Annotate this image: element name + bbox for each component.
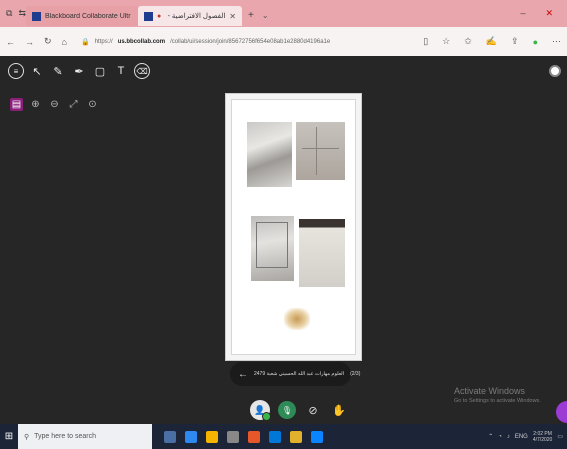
chrome-icon[interactable] bbox=[248, 430, 260, 443]
photo-paper-sheet bbox=[299, 219, 345, 287]
tab-blackboard[interactable]: Blackboard Collaborate Ultr bbox=[25, 6, 138, 26]
task-view-icon[interactable] bbox=[164, 430, 176, 443]
pen-notes-icon[interactable]: ✍ bbox=[486, 36, 497, 47]
tab-title: الفصول الافتراضية - bbox=[167, 13, 226, 20]
new-tab-button[interactable]: + bbox=[248, 10, 254, 21]
text-icon[interactable]: T bbox=[113, 63, 129, 79]
reload-button[interactable]: ↻ bbox=[44, 36, 52, 47]
activate-subtitle: Go to Settings to activate Windows. bbox=[454, 398, 541, 404]
zoom-in-icon[interactable]: ⊕ bbox=[29, 98, 42, 111]
pointer-icon[interactable]: ↖ bbox=[29, 63, 45, 79]
window-icons: ⧉ ⇆ bbox=[0, 8, 26, 19]
close-window-button[interactable]: ✕ bbox=[545, 8, 553, 19]
photo-fabric bbox=[247, 122, 292, 187]
windows-taskbar: ⊞ ⚲ Type here to search ⌃ ◔ ♪ ENG 2:02 P… bbox=[0, 424, 567, 449]
window-controls: – ✕ bbox=[520, 8, 567, 19]
home-button[interactable]: ⌂ bbox=[62, 37, 67, 47]
whiteboard-toolbar: ≡ ↖ ✎ ✒ ▢ T ⌫ bbox=[8, 63, 150, 79]
zoom-out-icon[interactable]: ⊖ bbox=[48, 98, 61, 111]
file-name: العلوم مهارات عبد الله الحسيني شعبة 2479 bbox=[254, 371, 345, 377]
recording-dot-icon: ● bbox=[156, 12, 162, 20]
microphone-icon[interactable]: 🎙 bbox=[278, 401, 296, 419]
tray-chevron-icon[interactable]: ⌃ bbox=[488, 433, 493, 440]
raise-hand-icon[interactable]: ✋ bbox=[330, 401, 348, 419]
favorites-icon[interactable]: ✩ bbox=[464, 36, 472, 47]
session-controls: 👤 🎙 ⊘ ✋ bbox=[250, 400, 348, 421]
marker-icon[interactable]: ✒ bbox=[71, 63, 87, 79]
favorite-star-icon[interactable]: ☆ bbox=[442, 36, 450, 47]
address-bar: ← → ↻ ⌂ 🔒 https:// us.bbcollab.com/collab… bbox=[0, 27, 567, 56]
language-icon[interactable]: ENG bbox=[515, 434, 528, 440]
page-navigation: ← العلوم مهارات عبد الله الحسيني شعبة 24… bbox=[230, 362, 360, 386]
forward-button[interactable]: → bbox=[25, 37, 34, 47]
lock-icon: 🔒 bbox=[80, 38, 90, 46]
minimize-button[interactable]: – bbox=[520, 8, 525, 19]
photo-pattern-sketch bbox=[296, 122, 345, 180]
rectangle-icon[interactable]: ▢ bbox=[92, 63, 108, 79]
zoom-reset-icon[interactable]: ⊙ bbox=[86, 98, 99, 111]
clock-date: 4/7/2020 bbox=[532, 436, 553, 443]
url-path: /collab/ui/session/join/85672756f654e08a… bbox=[170, 38, 331, 45]
tab-favicon-icon bbox=[143, 11, 153, 21]
photo-small-object bbox=[284, 308, 310, 330]
tab-list-chevron-icon[interactable]: ⌄ bbox=[262, 11, 269, 20]
previous-page-arrow-icon[interactable]: ← bbox=[238, 369, 248, 380]
taskbar-search[interactable]: ⚲ Type here to search bbox=[18, 424, 152, 449]
tab-virtual-classes[interactable]: ● الفصول الافتراضية - ✕ bbox=[137, 6, 242, 26]
more-menu-icon[interactable]: ⋯ bbox=[552, 36, 561, 47]
document-page bbox=[231, 99, 356, 355]
url-prefix: https:// bbox=[94, 38, 113, 45]
app-icon[interactable] bbox=[290, 430, 302, 443]
search-icon: ⚲ bbox=[24, 433, 30, 441]
windows-start-icon[interactable]: ⊞ bbox=[0, 424, 18, 449]
clock[interactable]: 2:02 PM 4/7/2020 bbox=[533, 431, 552, 443]
blackboard-favicon-icon bbox=[31, 11, 41, 21]
activate-title: Activate Windows bbox=[454, 386, 526, 396]
shared-document bbox=[225, 93, 362, 361]
search-placeholder: Type here to search bbox=[34, 433, 97, 440]
network-icon[interactable]: ◔ bbox=[498, 434, 502, 440]
page-indicator: (2/3) bbox=[350, 371, 361, 377]
system-tray: ⌃ ◔ ♪ ENG 2:02 PM 4/7/2020 ▭ bbox=[488, 431, 567, 443]
file-explorer-icon[interactable] bbox=[206, 430, 218, 443]
set-aside-icon[interactable]: ⇆ bbox=[18, 8, 26, 19]
tab-title: Blackboard Collaborate Ultr bbox=[44, 12, 131, 20]
mail-icon[interactable] bbox=[269, 430, 281, 443]
url-field[interactable]: 🔒 https:// us.bbcollab.com/collab/ui/sess… bbox=[77, 33, 413, 51]
address-bar-actions: ▯ ☆ ✩ ✍ ⇪ ● ⋯ bbox=[423, 36, 561, 47]
page-icon[interactable]: ▤ bbox=[10, 98, 23, 111]
close-tab-icon[interactable]: ✕ bbox=[229, 12, 236, 21]
extension-icon[interactable]: ● bbox=[533, 37, 538, 47]
collaborate-panel-toggle[interactable] bbox=[549, 65, 561, 77]
my-status-avatar[interactable]: 👤 bbox=[250, 400, 271, 421]
reading-view-icon[interactable]: ▯ bbox=[423, 36, 428, 47]
menu-icon[interactable]: ≡ bbox=[8, 63, 24, 79]
back-button[interactable]: ← bbox=[6, 37, 15, 47]
notifications-icon[interactable]: ▭ bbox=[557, 433, 563, 440]
volume-icon[interactable]: ♪ bbox=[507, 434, 510, 440]
zoom-toolbar: ▤ ⊕ ⊖ ⤢ ⊙ bbox=[10, 98, 99, 111]
taskbar-apps bbox=[152, 430, 323, 443]
store-icon[interactable] bbox=[227, 430, 239, 443]
collaborate-workspace: ≡ ↖ ✎ ✒ ▢ T ⌫ ▤ ⊕ ⊖ ⤢ ⊙ ← العلوم مهارات … bbox=[0, 56, 567, 424]
browser-tab-bar: ⧉ ⇆ Blackboard Collaborate Ultr ● الفصول… bbox=[0, 0, 567, 27]
eraser-icon[interactable]: ⌫ bbox=[134, 63, 150, 79]
photo-paper-outline bbox=[251, 216, 294, 281]
tab-actions-icon[interactable]: ⧉ bbox=[6, 8, 12, 19]
activate-windows-watermark: Activate Windows Go to Settings to activ… bbox=[454, 386, 541, 404]
pen-icon[interactable]: ✎ bbox=[50, 63, 66, 79]
edge-icon[interactable] bbox=[185, 430, 197, 443]
fit-screen-icon[interactable]: ⤢ bbox=[67, 98, 80, 111]
word-icon[interactable] bbox=[311, 430, 323, 443]
url-host: us.bbcollab.com bbox=[117, 38, 166, 45]
share-icon[interactable]: ⇪ bbox=[511, 36, 519, 47]
collaborate-panel-button[interactable] bbox=[556, 401, 567, 423]
camera-off-icon[interactable]: ⊘ bbox=[304, 401, 322, 419]
